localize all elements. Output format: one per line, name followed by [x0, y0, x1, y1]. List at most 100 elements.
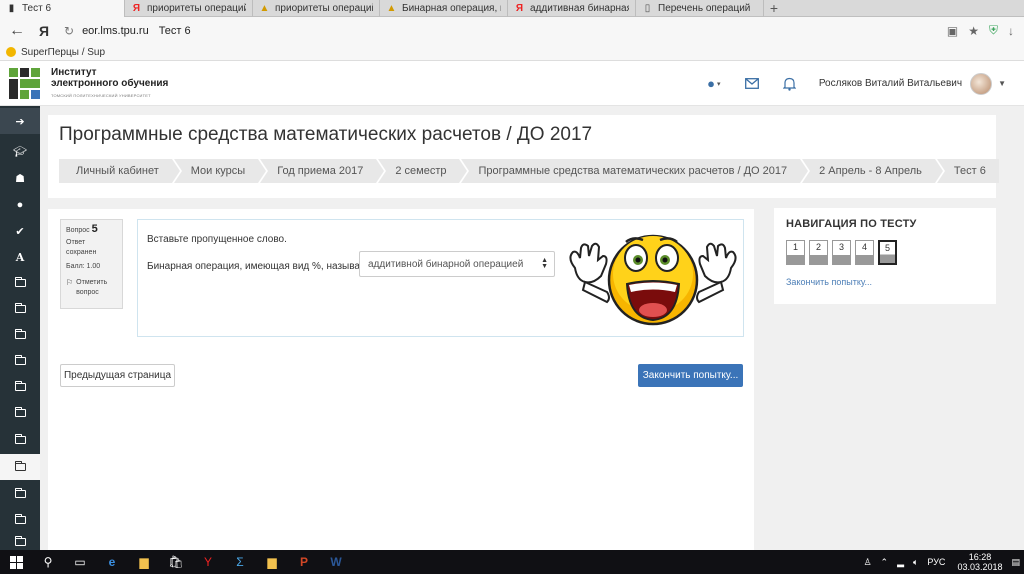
breadcrumb-my-courses[interactable]: Мои курсы	[173, 159, 269, 183]
sidebar-check-icon[interactable]: ✔	[0, 218, 40, 244]
download-icon[interactable]: ↓	[1008, 24, 1014, 38]
header-actions: ● ▾ Росляков Виталий Витальевич ▼	[705, 61, 1024, 106]
quiz-navigation-buttons: 1 2 3 4 5	[786, 240, 897, 265]
store-icon[interactable]: 🛍︎	[164, 550, 188, 574]
tab-operator-priority-1[interactable]: Я приоритеты операций в вы	[125, 0, 253, 17]
tab-test-6[interactable]: ▮ Тест 6	[0, 0, 125, 17]
tab-additive-binary[interactable]: Я аддитивная бинарная опер	[508, 0, 636, 17]
bookmark-superpertsy[interactable]: SuperПерцы / Sup	[21, 47, 105, 58]
nav-question-4[interactable]: 4	[855, 240, 874, 265]
sidebar-font-icon[interactable]: A	[0, 244, 40, 270]
question-number: 5	[91, 223, 98, 235]
network-icon[interactable]: ▂	[897, 557, 904, 568]
volume-icon[interactable]: 🔈︎	[913, 557, 918, 568]
question-instruction: Вставьте пропущенное слово.	[147, 234, 287, 245]
moodle-icon: ▮	[8, 3, 15, 14]
search-icon[interactable]: ⚲	[36, 550, 60, 574]
logo-title-line2: электронного обучения	[51, 78, 169, 89]
user-menu-caret-icon[interactable]: ▼	[998, 79, 1006, 88]
sidebar-folder-icon[interactable]	[0, 348, 40, 374]
tab-operator-priority-2[interactable]: ▲ приоритеты операций в вы	[253, 0, 380, 17]
breadcrumb-course[interactable]: Программные средства математических расч…	[461, 159, 810, 183]
flag-question-button[interactable]: ⚐ Отметить вопрос	[66, 278, 117, 298]
new-tab-icon[interactable]: +	[764, 0, 784, 16]
yandex-browser-icon[interactable]: Y	[196, 550, 220, 574]
question-prompt: Бинарная операция, имеющая вид %, называ…	[147, 261, 381, 272]
left-sidebar: ➔ 🎓︎ ☗ ● ✔ A	[0, 106, 40, 550]
browser-tab-strip: ▮ Тест 6 Я приоритеты операций в вы ▲ пр…	[0, 0, 1024, 17]
folder-icon[interactable]: ▆	[260, 550, 284, 574]
yandex-icon: Я	[132, 3, 141, 14]
breadcrumb-year[interactable]: Год приема 2017	[260, 159, 387, 183]
logo-subtitle: ТОМСКИЙ ПОЛИТЕХНИЧЕСКИЙ УНИВЕРСИТЕТ	[51, 93, 151, 98]
quiz-content-panel: Вопрос 5 Ответ сохранен Балл: 1.00 ⚐ Отм…	[48, 209, 754, 550]
edge-browser-icon[interactable]: e	[100, 550, 124, 574]
bookmark-star-icon[interactable]: ★	[968, 24, 979, 38]
page-icon: ▯	[644, 3, 651, 14]
user-menu-name[interactable]: Росляков Виталий Витальевич	[819, 78, 962, 89]
question-info-box: Вопрос 5 Ответ сохранен Балл: 1.00 ⚐ Отм…	[60, 219, 123, 309]
sigma-app-icon[interactable]: Σ	[228, 550, 252, 574]
notifications-bell-icon[interactable]	[781, 75, 799, 93]
protect-shield-icon[interactable]: ⛨	[989, 23, 998, 38]
quiz-navigation-block: НАВИГАЦИЯ ПО ТЕСТУ 1 2 3 4 5 Закончить п…	[774, 208, 996, 304]
question-label: Вопрос	[66, 227, 90, 234]
answer-select[interactable]: аддитивной бинарной операцией ▲ ▼	[359, 251, 555, 277]
notifications-icon[interactable]: ▤	[1011, 557, 1020, 568]
powerpoint-icon[interactable]: P	[292, 550, 316, 574]
nav-question-5[interactable]: 5	[878, 240, 897, 265]
finish-attempt-button[interactable]: Закончить попытку...	[638, 364, 743, 387]
back-arrow-icon[interactable]: ←	[0, 22, 34, 40]
sidebar-folder-icon[interactable]	[0, 400, 40, 426]
keyboard-language[interactable]: РУС	[927, 557, 945, 567]
breadcrumb-semester[interactable]: 2 семестр	[378, 159, 470, 183]
reader-mode-icon[interactable]: ▣	[947, 24, 958, 38]
breadcrumb-test[interactable]: Тест 6	[936, 159, 999, 183]
sidebar-folder-icon[interactable]	[0, 481, 40, 507]
sidebar-folder-icon[interactable]	[0, 322, 40, 348]
nav-question-2[interactable]: 2	[809, 240, 828, 265]
quiz-navigation-title: НАВИГАЦИЯ ПО ТЕСТУ	[786, 218, 917, 230]
system-tray: ♙ ⌃ ▂ 🔈︎ РУС 16:28 03.03.2018 ▤	[854, 552, 1024, 572]
question-box: Вставьте пропущенное слово. Бинарная опе…	[137, 219, 744, 337]
user-avatar[interactable]	[970, 72, 993, 95]
language-globe-icon[interactable]: ● ▾	[705, 75, 723, 93]
sidebar-toggle-icon[interactable]: ➔	[0, 108, 40, 134]
select-arrows-icon: ▲ ▼	[541, 257, 548, 270]
sidebar-folder-icon[interactable]	[0, 427, 40, 453]
yandex-icon: Я	[515, 3, 524, 14]
yandex-logo-icon[interactable]: Я	[34, 23, 54, 39]
sidebar-graduation-cap-icon[interactable]: 🎓︎	[0, 138, 40, 164]
word-icon[interactable]: W	[324, 550, 348, 574]
sidebar-folder-icon[interactable]	[0, 296, 40, 322]
file-explorer-icon[interactable]: ▆	[132, 550, 156, 574]
tray-chevron-icon[interactable]: ⌃	[881, 557, 889, 568]
sidebar-circle-icon[interactable]: ●	[0, 192, 40, 218]
person-icon[interactable]: ♙	[863, 557, 871, 568]
sidebar-folder-icon[interactable]	[0, 533, 40, 550]
sidebar-folder-icon[interactable]	[0, 507, 40, 533]
sidebar-folder-icon-active[interactable]	[0, 454, 40, 480]
breadcrumb-week[interactable]: 2 Апрель - 8 Апрель	[802, 159, 945, 183]
institute-logo-icon[interactable]	[9, 68, 41, 100]
sidebar-users-icon[interactable]: ☗	[0, 165, 40, 191]
windows-start-icon[interactable]	[4, 550, 28, 574]
nav-question-1[interactable]: 1	[786, 240, 805, 265]
bookmark-favicon-icon	[6, 47, 16, 57]
sidebar-folder-icon[interactable]	[0, 374, 40, 400]
url-field[interactable]: ↻ eor.lms.tpu.ru Тест 6	[64, 20, 944, 41]
taskbar-clock[interactable]: 16:28 03.03.2018	[957, 552, 1002, 572]
task-view-icon[interactable]: ▭	[68, 550, 92, 574]
address-bar-actions: ▣ ★ ⛨ ↓	[947, 23, 1024, 38]
sidebar-folder-icon[interactable]	[0, 270, 40, 296]
tab-operations-list[interactable]: ▯ Перечень операций	[636, 0, 764, 17]
breadcrumb-dashboard[interactable]: Личный кабинет	[59, 159, 182, 183]
previous-page-button[interactable]: Предыдущая страница	[60, 364, 175, 387]
logo-title-line1: Институт	[51, 67, 97, 78]
reload-icon[interactable]: ↻	[64, 24, 74, 38]
nav-question-3[interactable]: 3	[832, 240, 851, 265]
messages-envelope-icon[interactable]	[743, 75, 761, 93]
nav-finish-attempt-link[interactable]: Закончить попытку...	[786, 277, 872, 287]
screaming-smiley-icon	[569, 234, 737, 326]
tab-binary-operation[interactable]: ▲ Бинарная операция, имею	[380, 0, 508, 17]
